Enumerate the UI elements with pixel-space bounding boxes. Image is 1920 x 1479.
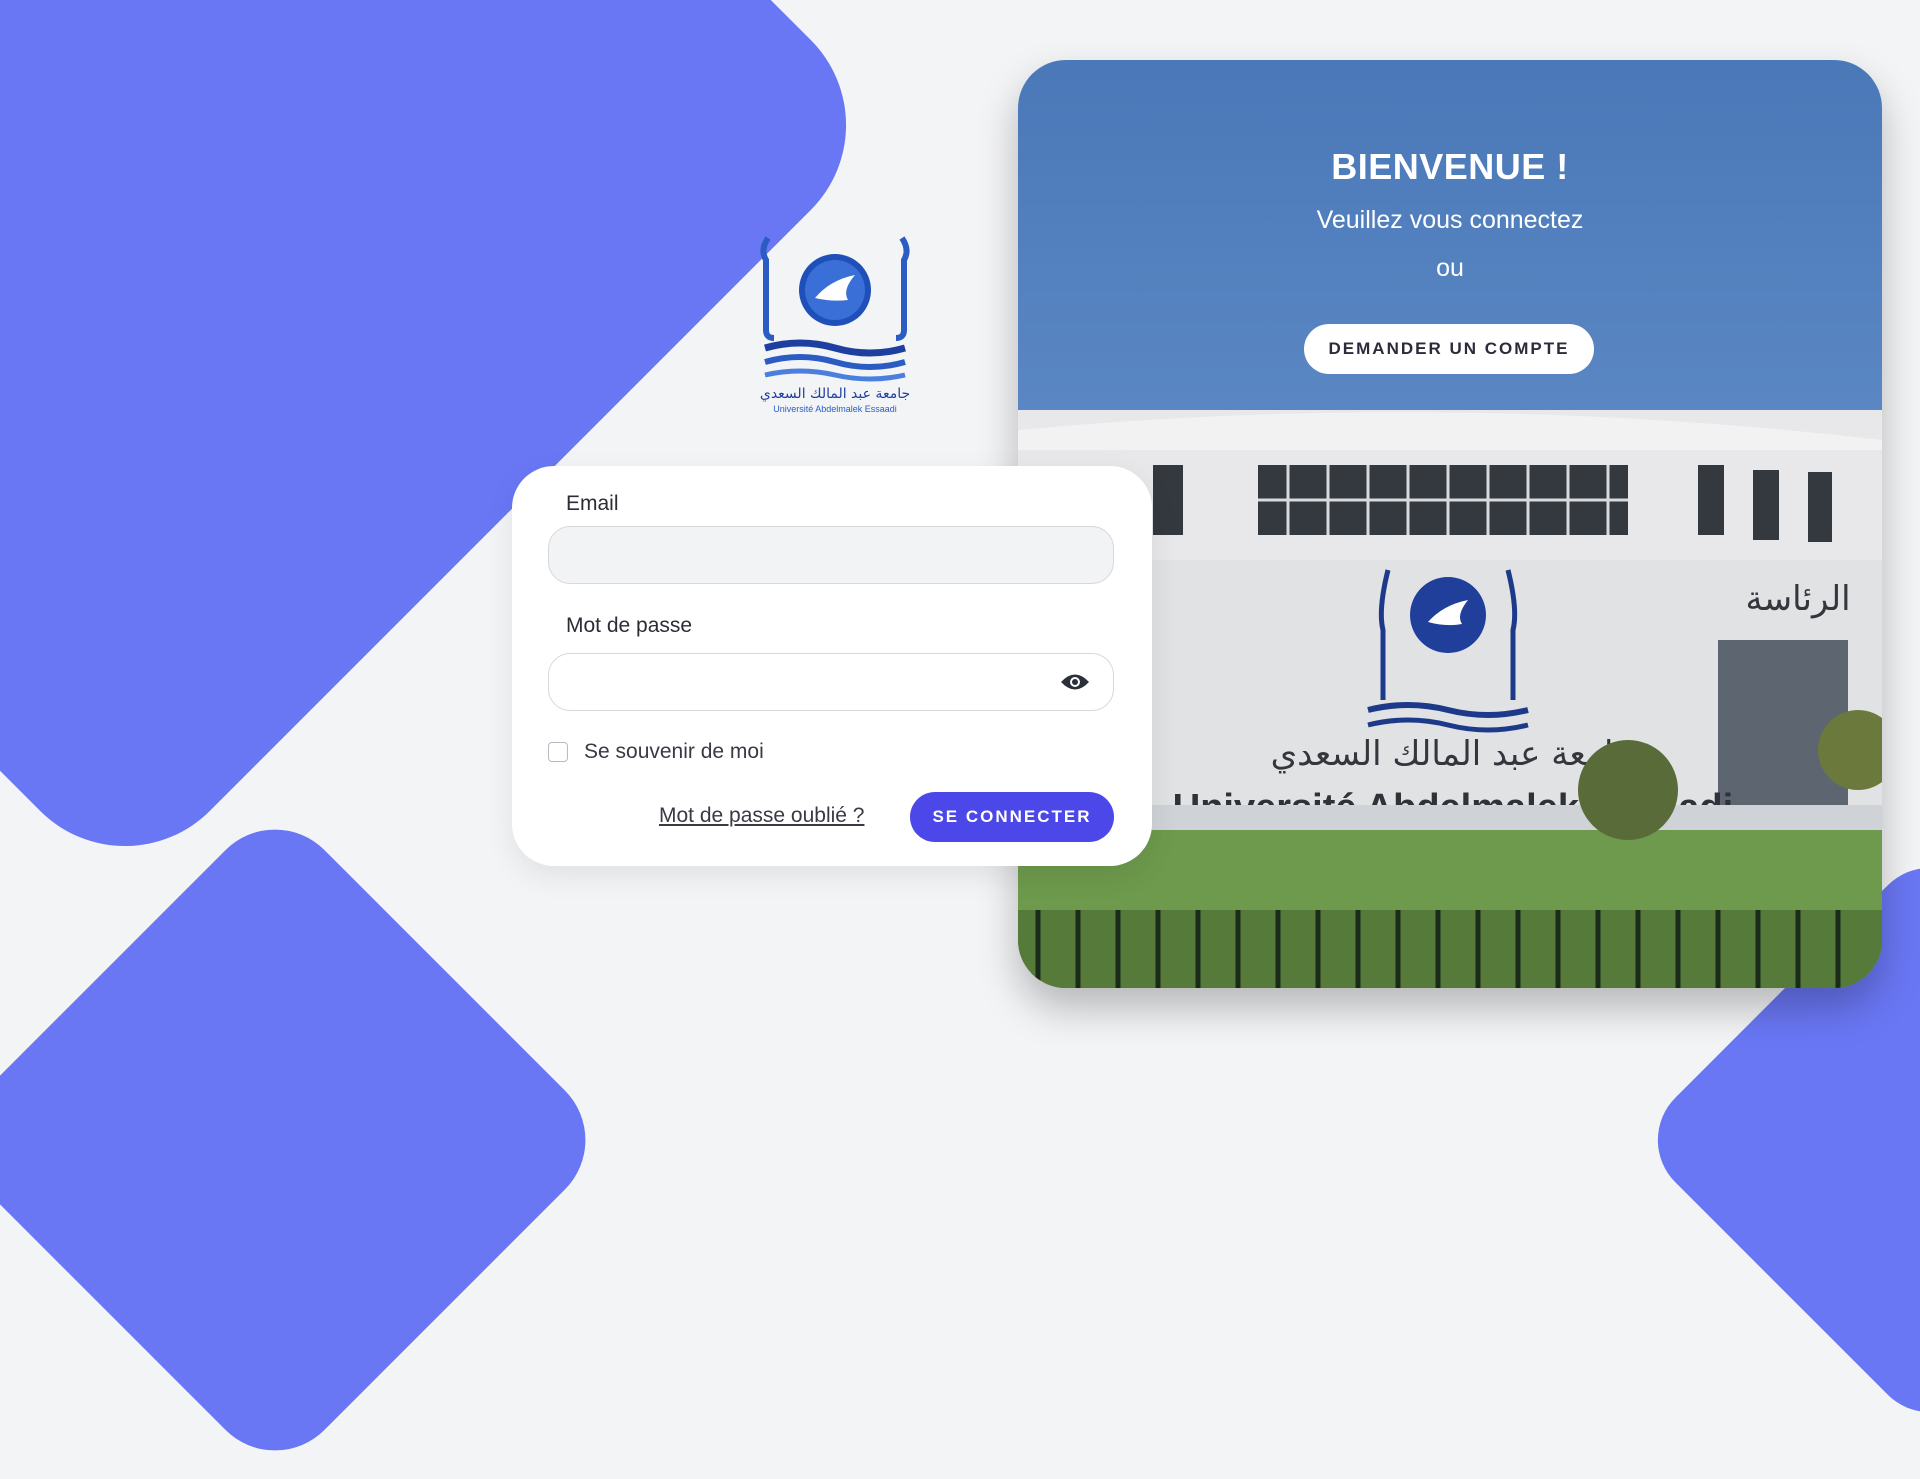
remember-me-checkbox[interactable] [548, 742, 568, 762]
welcome-subtitle: Veuillez vous connectez [1316, 206, 1584, 234]
svg-text:Université Abdelmalek Essaadi: Université Abdelmalek Essaadi [773, 404, 897, 414]
request-account-button[interactable]: DEMANDER UN COMPTE [1304, 324, 1594, 374]
background-shape-bottom [0, 800, 615, 1479]
email-field[interactable] [548, 526, 1114, 584]
svg-text:جامعة عبد المالك السعدي: جامعة عبد المالك السعدي [760, 386, 910, 402]
password-field[interactable] [548, 653, 1114, 711]
svg-text:الرئاسة: الرئاسة [1745, 579, 1850, 619]
login-form: Email Mot de passe Se souvenir de moi Mo… [512, 466, 1152, 866]
forgot-password-link[interactable]: Mot de passe oublié ? [659, 804, 864, 828]
password-label: Mot de passe [566, 614, 693, 637]
svg-text:جامعة عبد المالك السعدي: جامعة عبد المالك السعدي [1271, 734, 1636, 774]
or-separator: ou [1436, 254, 1464, 282]
email-label: Email [566, 492, 619, 515]
eye-icon[interactable] [1060, 671, 1090, 693]
university-logo: جامعة عبد المالك السعدي Université Abdel… [760, 236, 910, 414]
welcome-title: BIENVENUE ! [1331, 146, 1569, 187]
remember-me-label: Se souvenir de moi [584, 740, 764, 763]
login-button[interactable]: SE CONNECTER [910, 792, 1114, 842]
